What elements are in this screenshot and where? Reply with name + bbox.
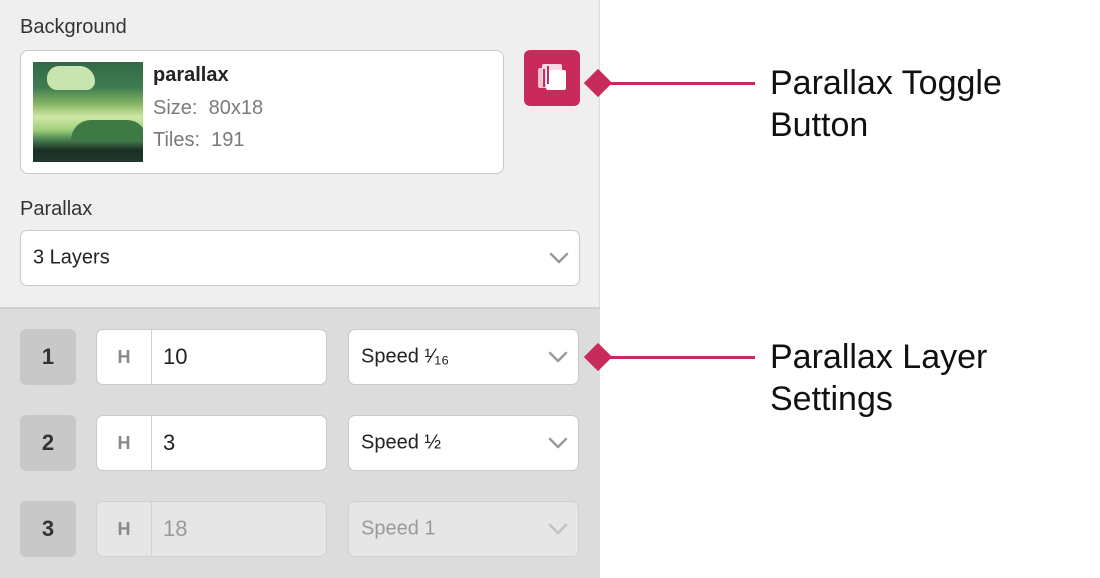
parallax-select-value: 3 Layers: [33, 246, 110, 269]
background-size: Size: 80x18: [153, 97, 263, 120]
layers-callout-line1: Parallax Layer: [770, 338, 988, 376]
chevron-down-icon: [548, 351, 568, 363]
height-label: H: [97, 416, 152, 470]
tiles-label: Tiles:: [153, 129, 201, 151]
layers-callout-line2: Settings: [770, 380, 893, 418]
parallax-label: Parallax: [20, 198, 93, 220]
toggle-callout-label: Parallax Toggle Button: [770, 62, 1002, 146]
layer-number: 2: [20, 415, 76, 471]
layer-number: 1: [20, 329, 76, 385]
size-value: 80x18: [208, 97, 264, 119]
height-label: H: [97, 502, 152, 556]
height-input: 18: [163, 516, 188, 541]
layers-callout-line: [598, 356, 755, 359]
background-thumbnail: [33, 62, 143, 162]
toggle-callout-line1: Parallax Toggle: [770, 64, 1002, 102]
speed-select-value: Speed ¹⁄₁₆: [361, 345, 450, 368]
chevron-down-icon: [548, 437, 568, 449]
parallax-toggle-button[interactable]: [524, 50, 580, 106]
inspector-panel: Background parallax Size: 80x18 Tiles: 1…: [0, 0, 600, 578]
height-input[interactable]: 10: [163, 344, 187, 370]
layers-icon: [538, 64, 566, 90]
toggle-callout-line: [598, 82, 755, 85]
layer-speed-select[interactable]: Speed ½: [348, 415, 579, 471]
tiles-value: 191: [211, 129, 245, 151]
size-label: Size:: [153, 97, 198, 119]
height-input[interactable]: 3: [163, 430, 175, 456]
layer-height-field[interactable]: H 10: [96, 329, 327, 385]
thumbnail-cloud: [47, 66, 95, 90]
chevron-down-icon: [549, 252, 569, 264]
parallax-select[interactable]: 3 Layers: [20, 230, 580, 286]
layer-speed-select[interactable]: Speed ¹⁄₁₆: [348, 329, 579, 385]
speed-select-value: Speed 1: [361, 517, 436, 540]
chevron-down-icon: [548, 523, 568, 535]
height-label: H: [97, 330, 152, 384]
parallax-layers-panel: 1 H 10 Speed ¹⁄₁₆ 2 H 3 Speed ½ 3 H 18 S…: [0, 307, 600, 578]
layer-number: 3: [20, 501, 76, 557]
background-name: parallax: [153, 64, 229, 86]
layer-speed-select: Speed 1: [348, 501, 579, 557]
toggle-callout-line2: Button: [770, 106, 869, 144]
background-tiles: Tiles: 191: [153, 129, 245, 152]
speed-select-value: Speed ½: [361, 431, 442, 454]
layer-height-field: H 18: [96, 501, 327, 557]
layer-height-field[interactable]: H 3: [96, 415, 327, 471]
background-label: Background: [20, 16, 127, 38]
thumbnail-hill: [71, 120, 143, 140]
background-asset-card[interactable]: parallax Size: 80x18 Tiles: 191: [20, 50, 504, 174]
layers-callout-label: Parallax Layer Settings: [770, 336, 987, 420]
